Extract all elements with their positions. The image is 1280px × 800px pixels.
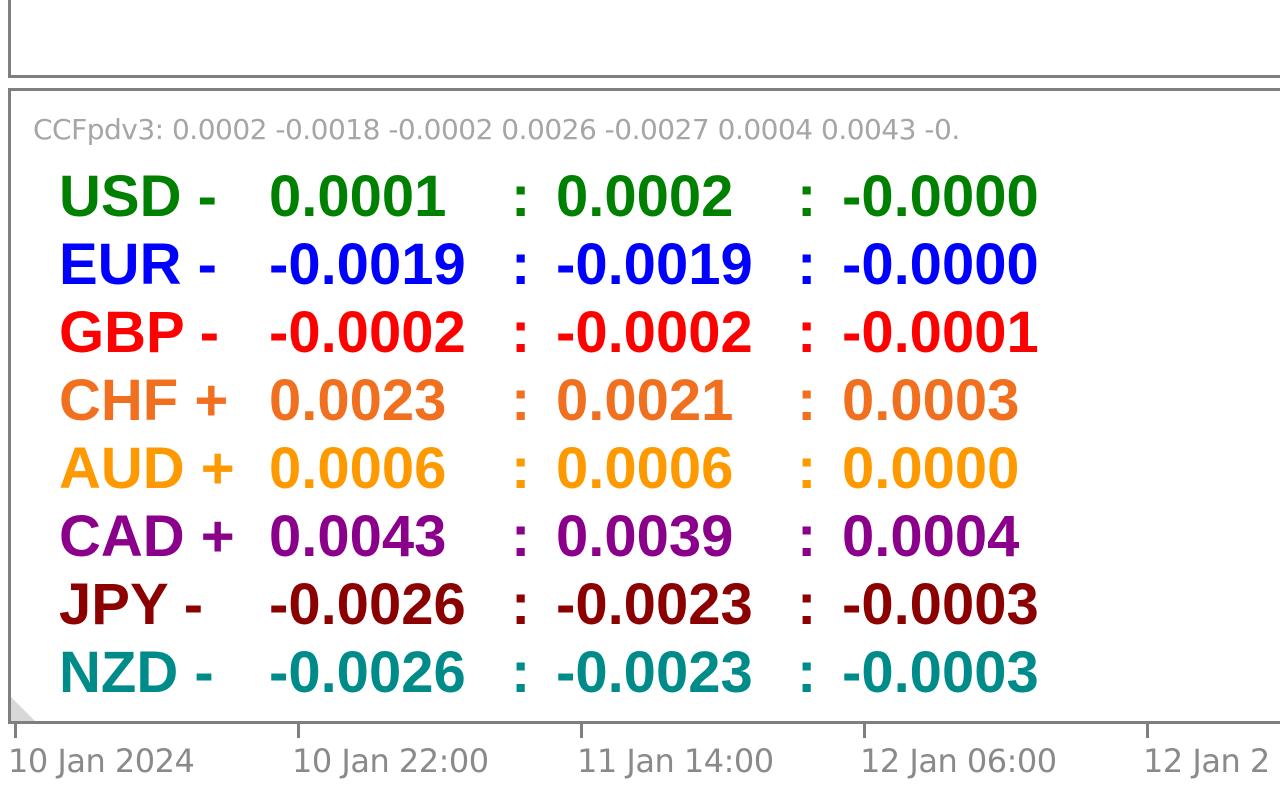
currency-value-2: 0.0002 (556, 164, 734, 229)
value-separator: : (797, 572, 817, 637)
currency-symbol: JPY - (59, 572, 204, 637)
currency-value-1: -0.0019 (269, 232, 466, 297)
time-axis[interactable]: 10 Jan 2024 10 Jan 22:00 11 Jan 14:00 12… (0, 724, 1280, 800)
currency-value-3: 0.0004 (842, 504, 1020, 569)
value-separator: : (511, 640, 531, 705)
value-separator: : (797, 436, 817, 501)
currency-value-3: -0.0000 (842, 164, 1039, 229)
time-axis-label: 12 Jan 2 (1143, 742, 1270, 780)
currency-value-3: 0.0000 (842, 436, 1020, 501)
currency-value-3: -0.0003 (842, 572, 1039, 637)
currency-symbol: EUR - (59, 232, 217, 297)
currency-value-1: 0.0001 (269, 164, 447, 229)
time-axis-tick (14, 724, 17, 738)
currency-value-2: -0.0023 (556, 572, 753, 637)
currency-symbol: GBP - (59, 300, 220, 365)
currency-value-2: -0.0019 (556, 232, 753, 297)
currency-value-2: 0.0039 (556, 504, 734, 569)
value-separator: : (797, 504, 817, 569)
currency-symbol: USD - (59, 164, 217, 229)
value-separator: : (511, 300, 531, 365)
currency-value-1: -0.0026 (269, 640, 466, 705)
time-axis-tick (1146, 724, 1149, 738)
indicator-subwindow[interactable]: CCFpdv3: 0.0002 -0.0018 -0.0002 0.0026 -… (8, 88, 1280, 724)
value-separator: : (797, 164, 817, 229)
currency-symbol: AUD + (59, 436, 235, 501)
currency-value-1: 0.0023 (269, 368, 447, 433)
currency-value-1: 0.0043 (269, 504, 447, 569)
currency-value-1: -0.0026 (269, 572, 466, 637)
time-axis-tick (863, 724, 866, 738)
currency-symbol: CAD + (59, 504, 235, 569)
value-separator: : (797, 640, 817, 705)
value-separator: : (797, 300, 817, 365)
panel-corner-marker (11, 697, 35, 721)
time-axis-label: 12 Jan 06:00 (860, 742, 1057, 780)
value-separator: : (797, 368, 817, 433)
value-separator: : (797, 232, 817, 297)
currency-value-1: -0.0002 (269, 300, 466, 365)
currency-value-3: 0.0003 (842, 368, 1020, 433)
currency-symbol: NZD - (59, 640, 214, 705)
chart-window: CCFpdv3: 0.0002 -0.0018 -0.0002 0.0026 -… (0, 0, 1280, 800)
time-axis-tick (297, 724, 300, 738)
value-separator: : (511, 164, 531, 229)
value-separator: : (511, 368, 531, 433)
time-axis-label: 10 Jan 2024 (8, 742, 195, 780)
currency-symbol: CHF + (59, 368, 229, 433)
currency-value-1: 0.0006 (269, 436, 447, 501)
value-separator: : (511, 572, 531, 637)
value-separator: : (511, 504, 531, 569)
value-separator: : (511, 436, 531, 501)
currency-value-2: -0.0023 (556, 640, 753, 705)
indicator-header: CCFpdv3: 0.0002 -0.0018 -0.0002 0.0026 -… (33, 113, 960, 146)
currency-value-3: -0.0000 (842, 232, 1039, 297)
time-axis-label: 10 Jan 22:00 (292, 742, 489, 780)
time-axis-tick (580, 724, 583, 738)
currency-value-2: -0.0002 (556, 300, 753, 365)
currency-value-3: -0.0001 (842, 300, 1039, 365)
value-separator: : (511, 232, 531, 297)
currency-value-2: 0.0006 (556, 436, 734, 501)
price-chart-panel[interactable] (8, 0, 1280, 78)
currency-value-2: 0.0021 (556, 368, 734, 433)
time-axis-label: 11 Jan 14:00 (577, 742, 774, 780)
currency-value-3: -0.0003 (842, 640, 1039, 705)
